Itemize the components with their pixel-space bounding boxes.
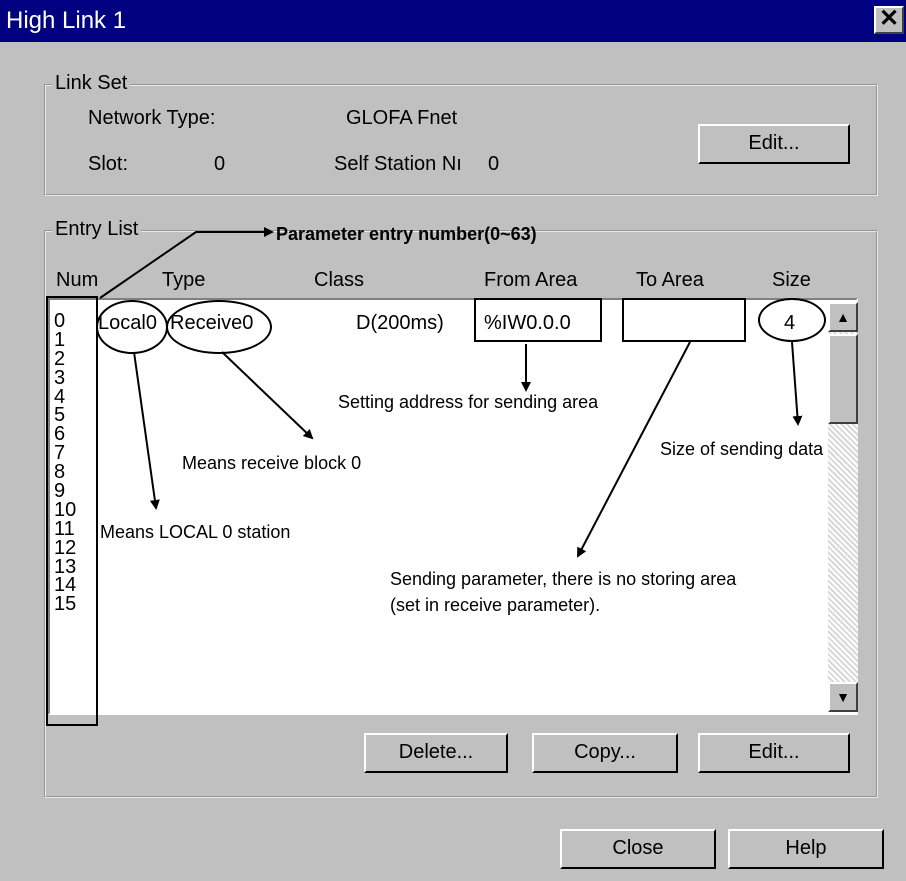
annotation-arrows (99, 227, 803, 558)
arrow-size (791, 341, 803, 426)
arrow-to-area (577, 341, 691, 558)
arrow-receive-block (221, 351, 314, 440)
high-link-dialog: High Link 1 ✕ Link Set Network Type: GLO… (0, 0, 906, 881)
arrow-local-station (133, 351, 160, 510)
arrow-entry-number (99, 227, 274, 299)
